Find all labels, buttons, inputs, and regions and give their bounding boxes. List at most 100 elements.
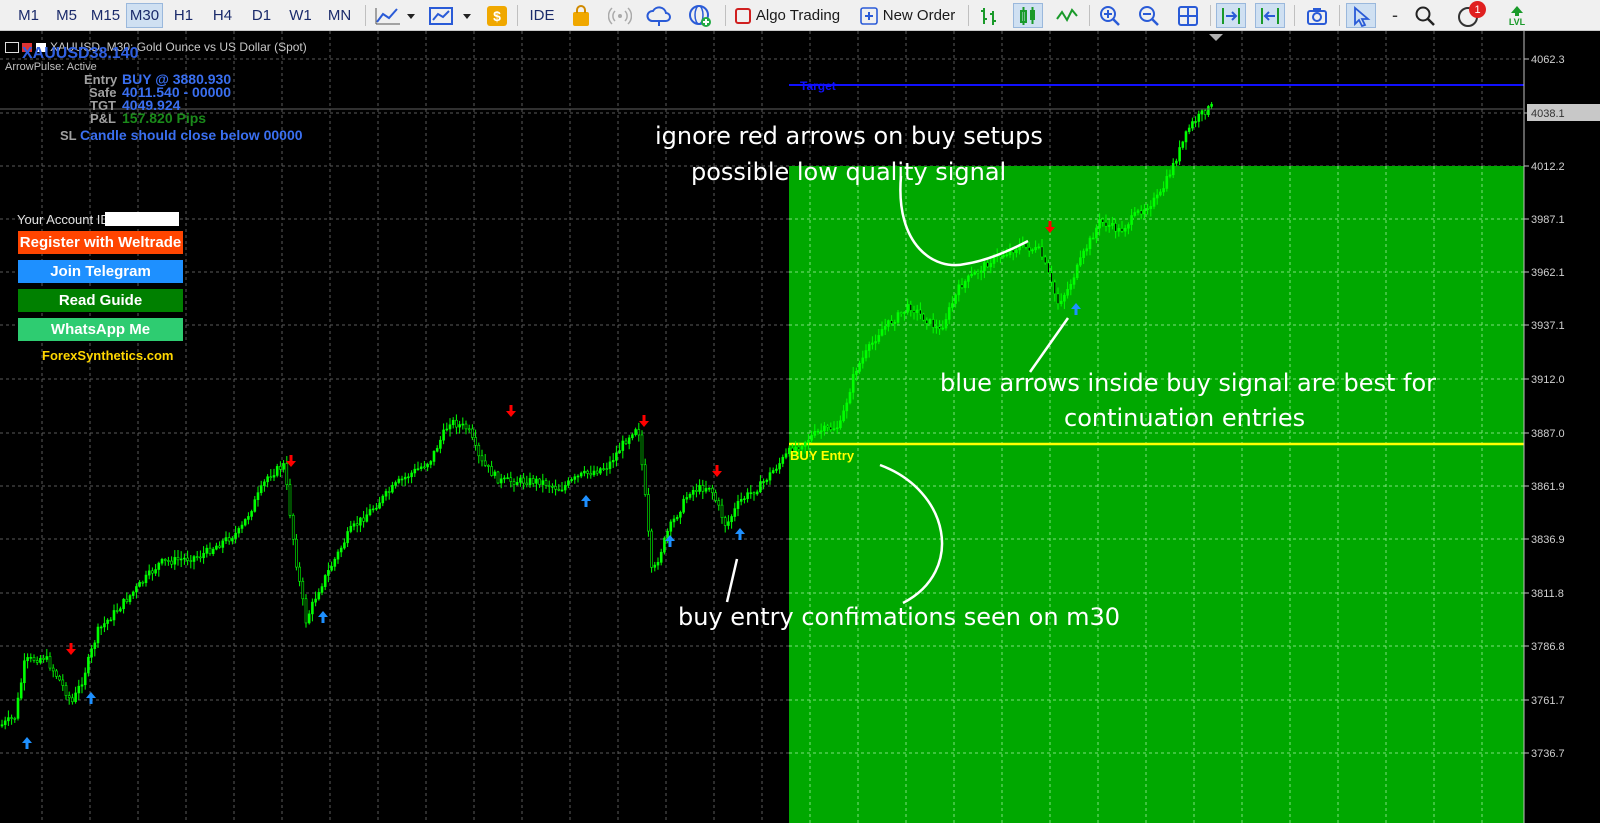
candle-body bbox=[595, 470, 599, 474]
candle-body bbox=[259, 485, 263, 493]
signals-button[interactable] bbox=[605, 3, 635, 28]
network-button[interactable] bbox=[685, 3, 715, 28]
candle-body bbox=[1207, 106, 1210, 115]
timeframe-m15[interactable]: M15 bbox=[87, 3, 124, 28]
timeframe-m30[interactable]: M30 bbox=[126, 3, 163, 28]
level-button[interactable]: LVL bbox=[1500, 3, 1534, 28]
timeframe-w1[interactable]: W1 bbox=[282, 3, 319, 28]
tile-windows-button[interactable] bbox=[1173, 3, 1203, 28]
timeframe-h1[interactable]: H1 bbox=[165, 3, 202, 28]
timeframe-d1[interactable]: D1 bbox=[243, 3, 280, 28]
autoscroll-button[interactable] bbox=[1216, 3, 1246, 28]
candle-body bbox=[151, 570, 154, 574]
candle-body bbox=[272, 475, 276, 478]
menu-icon[interactable] bbox=[5, 42, 19, 54]
zoom-in-button[interactable] bbox=[1095, 3, 1125, 28]
vps-button[interactable] bbox=[644, 3, 674, 28]
candle-body bbox=[275, 466, 279, 476]
timeframe-mn[interactable]: MN bbox=[321, 3, 358, 28]
toolbar-divider bbox=[1339, 5, 1340, 26]
price-axis-label: 3861.9 bbox=[1531, 481, 1565, 493]
cursor-button[interactable] bbox=[1346, 3, 1376, 28]
screenshot-button[interactable] bbox=[1302, 3, 1332, 28]
candle-body bbox=[967, 275, 970, 282]
candle-body bbox=[413, 468, 417, 474]
candle-body bbox=[634, 429, 637, 435]
candle-body bbox=[282, 463, 285, 470]
candle-body bbox=[778, 463, 781, 470]
candle-body bbox=[931, 319, 935, 328]
sell-arrow bbox=[506, 411, 516, 417]
whatsapp-button[interactable]: WhatsApp Me bbox=[18, 318, 183, 341]
line-chart-button[interactable] bbox=[1052, 3, 1082, 28]
candle-body bbox=[954, 294, 957, 304]
candle-body bbox=[839, 420, 842, 429]
candle-body bbox=[109, 619, 113, 622]
chart-shift-button[interactable] bbox=[1255, 3, 1285, 28]
new-order-button[interactable]: New Order bbox=[857, 3, 961, 28]
buy-entry-label: BUY Entry bbox=[790, 448, 855, 463]
account-id-input[interactable] bbox=[105, 212, 179, 226]
candle-body bbox=[855, 371, 858, 375]
timeframe-h4[interactable]: H4 bbox=[204, 3, 241, 28]
register-button[interactable]: Register with Weltrade bbox=[18, 231, 183, 254]
candle-body bbox=[291, 515, 295, 540]
search-icon bbox=[1415, 6, 1435, 26]
new-order-icon bbox=[859, 6, 878, 25]
candle-body bbox=[1047, 262, 1050, 274]
candle-body bbox=[295, 538, 298, 568]
line-chart-dropdown[interactable] bbox=[372, 3, 420, 28]
candle-body bbox=[320, 586, 324, 593]
telegram-button[interactable]: Join Telegram bbox=[18, 260, 183, 283]
ide-button[interactable]: IDE bbox=[524, 3, 560, 28]
timeframe-m1[interactable]: M1 bbox=[10, 3, 47, 28]
price-axis-label: 3962.1 bbox=[1531, 267, 1565, 279]
candle-body bbox=[947, 307, 951, 320]
candle-body bbox=[1152, 197, 1156, 207]
zoom-out-button[interactable] bbox=[1134, 3, 1164, 28]
price-axis-label: 3736.7 bbox=[1531, 748, 1565, 760]
candle-body bbox=[317, 592, 321, 600]
market-button[interactable]: $ bbox=[482, 3, 512, 28]
candle-body bbox=[922, 313, 925, 321]
candle-body bbox=[621, 440, 625, 451]
candle-body bbox=[506, 477, 509, 480]
candle-body bbox=[323, 575, 327, 587]
indicators-dropdown[interactable] bbox=[426, 3, 476, 28]
candle-body bbox=[682, 498, 685, 513]
candle-body bbox=[439, 439, 442, 449]
price-axis-label: 3912.0 bbox=[1531, 374, 1565, 386]
algo-trading-button[interactable]: Algo Trading bbox=[731, 3, 847, 28]
timeframe-m5[interactable]: M5 bbox=[48, 3, 85, 28]
candle-body bbox=[1075, 264, 1079, 279]
candle-body bbox=[1178, 147, 1181, 162]
shopping-bag-button[interactable] bbox=[566, 3, 596, 28]
candle-body bbox=[848, 392, 852, 404]
read-guide-button[interactable]: Read Guide bbox=[18, 289, 183, 312]
candle-body bbox=[96, 626, 100, 644]
candle-body bbox=[602, 468, 605, 470]
candle-body bbox=[1037, 246, 1041, 249]
candle-body bbox=[339, 547, 343, 553]
candle-body bbox=[531, 478, 535, 484]
bar-chart-button[interactable] bbox=[974, 3, 1004, 28]
candle-body bbox=[288, 484, 292, 516]
candlestick-button[interactable] bbox=[1013, 3, 1043, 28]
notifications-button[interactable]: 1 bbox=[1450, 1, 1486, 28]
candle-body bbox=[698, 485, 701, 492]
candle-body bbox=[663, 537, 666, 553]
website-link[interactable]: ForexSynthetics.com bbox=[42, 348, 174, 363]
candle-body bbox=[419, 466, 423, 469]
candle-body bbox=[970, 273, 973, 277]
candle-body bbox=[487, 465, 490, 467]
candle-body bbox=[410, 472, 413, 478]
candle-body bbox=[755, 491, 759, 495]
candle-body bbox=[1066, 289, 1069, 296]
shopping-bag-icon bbox=[573, 4, 589, 26]
candle-body bbox=[407, 476, 410, 479]
candle-body bbox=[1079, 257, 1082, 266]
minus-button[interactable]: - bbox=[1382, 3, 1408, 28]
search-button[interactable] bbox=[1410, 3, 1440, 28]
candle-body bbox=[727, 521, 730, 526]
candle-body bbox=[333, 558, 337, 567]
